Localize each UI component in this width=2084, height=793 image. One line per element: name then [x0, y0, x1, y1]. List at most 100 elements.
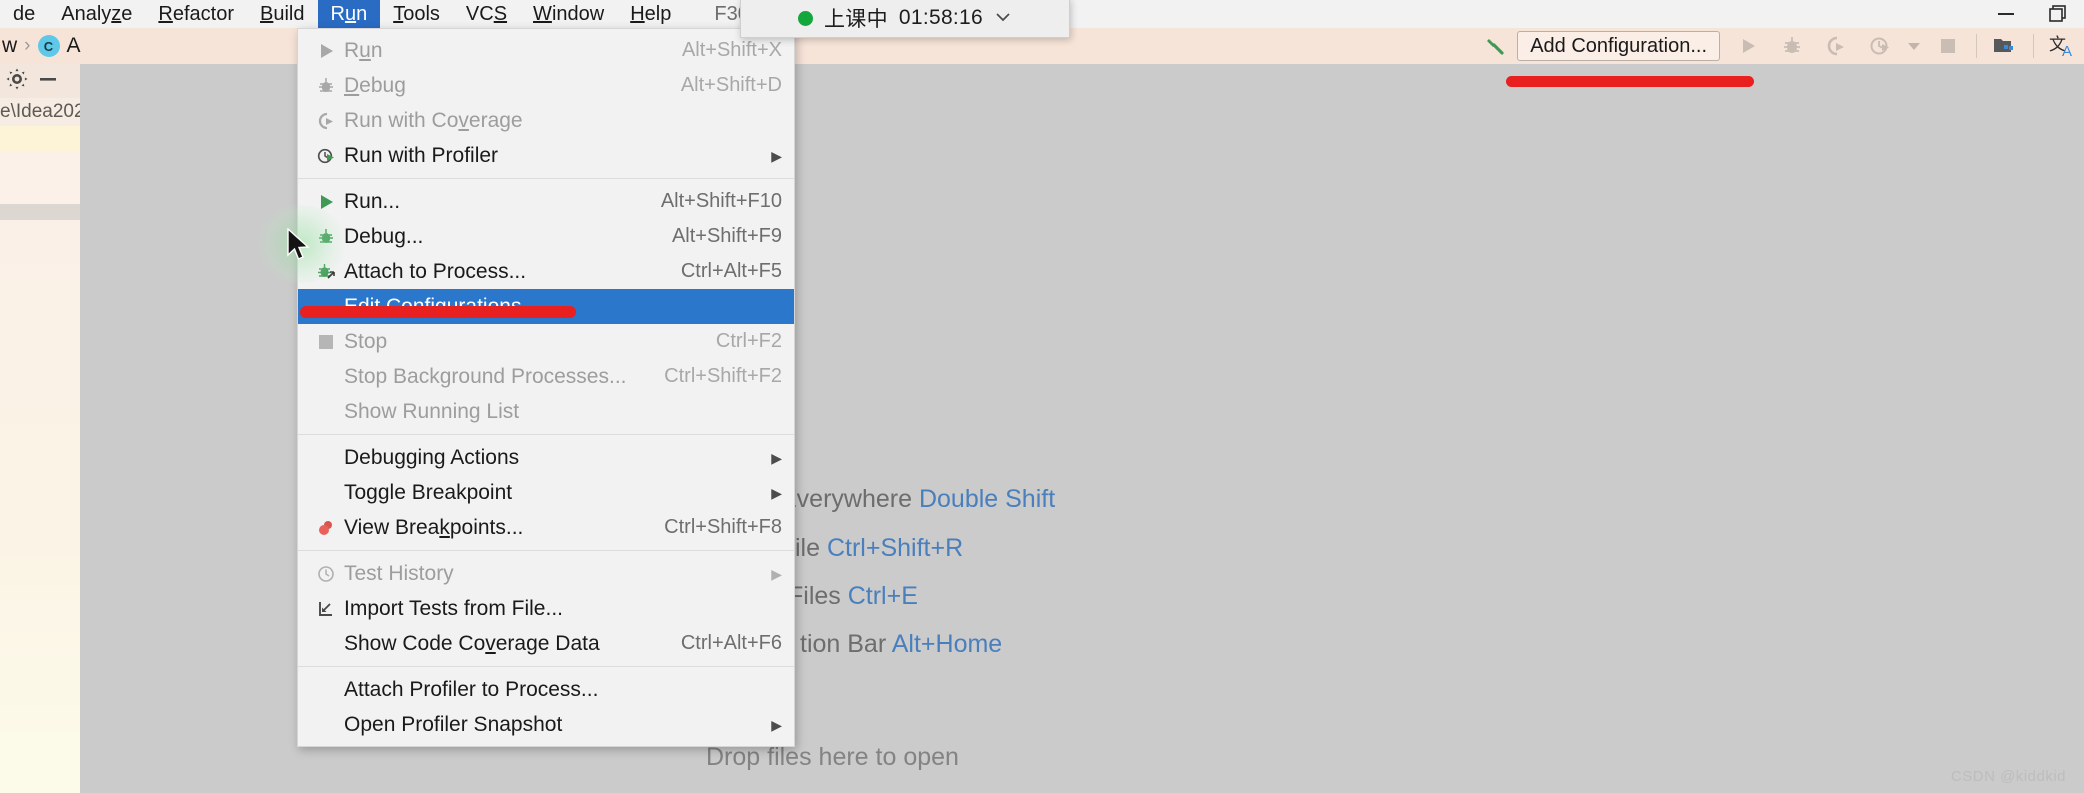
- menu-separator: [298, 550, 794, 551]
- menu-item-attach-profiler-to-process[interactable]: Attach Profiler to Process...: [298, 672, 794, 707]
- chevron-down-icon[interactable]: [994, 10, 1012, 27]
- chevron-right-icon: ▶: [771, 716, 782, 733]
- menu-item-run-with-coverage[interactable]: Run with Coverage: [298, 103, 794, 138]
- menu-run[interactable]: Run: [317, 0, 381, 28]
- left-panel-body: [0, 220, 80, 793]
- menu-item-shortcut: Ctrl+Shift+F2: [664, 365, 782, 387]
- menu-separator: [298, 666, 794, 667]
- menu-item-show-running-list[interactable]: Show Running List: [298, 394, 794, 429]
- menu-item-debug-dots[interactable]: Debug... Alt+Shift+F9: [298, 219, 794, 254]
- profiler-icon: [312, 144, 340, 168]
- menu-item-shortcut: Ctrl+F2: [715, 330, 782, 352]
- class-timer-overlay[interactable]: 上课中 01:58:16: [740, 0, 1070, 38]
- hint-key-0: Double Shift: [918, 485, 1056, 513]
- profiler-icon: [1858, 29, 1902, 63]
- menu-item-open-profiler-snapshot[interactable]: Open Profiler Snapshot ▶: [298, 707, 794, 742]
- chevron-right-icon: ▶: [771, 565, 782, 582]
- minus-icon[interactable]: [37, 69, 59, 94]
- hammer-icon[interactable]: [1473, 29, 1517, 63]
- menu-item-show-code-coverage-data[interactable]: Show Code Coverage Data Ctrl+Alt+F6: [298, 626, 794, 661]
- menu-help[interactable]: Help: [617, 0, 684, 28]
- menu-item-debug[interactable]: Debug Alt+Shift+D: [298, 68, 794, 103]
- debug-green-icon: [312, 225, 340, 249]
- profiler-dropdown-icon: [1902, 29, 1926, 63]
- menu-item-label: Run...: [344, 189, 401, 213]
- menu-item-stop-background-processes[interactable]: Stop Background Processes... Ctrl+Shift+…: [298, 359, 794, 394]
- attach-process-icon: [312, 260, 340, 284]
- timer-elapsed-time: 01:58:16: [898, 6, 984, 29]
- add-configuration-label: Add Configuration...: [1530, 34, 1707, 57]
- menu-item-label: Open Profiler Snapshot: [344, 712, 563, 736]
- menu-item-label: Debug: [344, 73, 406, 97]
- timer-status-text: 上课中: [823, 8, 888, 31]
- debug-icon: [1770, 29, 1814, 63]
- status-dot-icon: [797, 10, 813, 26]
- minimize-icon[interactable]: [1980, 0, 2032, 28]
- gear-icon[interactable]: [5, 67, 29, 96]
- menu-item-label: Toggle Breakpoint: [344, 480, 513, 504]
- menu-item-label: Run: [344, 38, 383, 62]
- menu-analyze[interactable]: Analyze: [48, 0, 145, 28]
- left-panel-row-highlight: [0, 126, 80, 152]
- menu-vcs[interactable]: VCS: [453, 0, 520, 28]
- breakpoint-icon: [312, 516, 340, 540]
- edit-configurations-underline: [300, 306, 576, 318]
- hint-label-0: Everywhere: [780, 485, 919, 513]
- left-panel-row: [0, 152, 80, 204]
- run-icon: [1726, 29, 1770, 63]
- menu-item-shortcut: Alt+Shift+F9: [671, 225, 782, 247]
- window-controls: [1980, 0, 2084, 28]
- debug-icon: [312, 74, 340, 98]
- menu-item-shortcut: Alt+Shift+F10: [660, 190, 782, 212]
- hint-key-1: Ctrl+Shift+R: [826, 534, 964, 562]
- menu-item-view-breakpoints[interactable]: View Breakpoints... Ctrl+Shift+F8: [298, 510, 794, 545]
- hint-label-2: Files: [788, 582, 848, 610]
- run-with-coverage-icon: [1814, 29, 1858, 63]
- menu-item-run-with-profiler[interactable]: Run with Profiler ▶: [298, 138, 794, 173]
- hint-key-3: Alt+Home: [891, 630, 1003, 658]
- menu-item-label: Attach Profiler to Process...: [344, 677, 599, 701]
- toolbar-divider-1: [1976, 34, 1977, 58]
- chevron-right-icon: ▶: [771, 484, 782, 501]
- menu-item-debugging-actions[interactable]: Debugging Actions ▶: [298, 440, 794, 475]
- app-window: de Analyze Refactor Build Run Tools VCS …: [0, 0, 2084, 793]
- add-configuration-button[interactable]: Add Configuration...: [1517, 31, 1720, 61]
- menu-item-no-icon: [312, 446, 340, 470]
- menu-item-no-icon: [312, 365, 340, 389]
- menu-item-label: Attach to Process...: [344, 259, 527, 283]
- menu-item-label: Run with Coverage: [344, 108, 523, 132]
- menu-tools[interactable]: Tools: [380, 0, 453, 28]
- run-icon: [312, 39, 340, 63]
- menu-item-shortcut: Ctrl+Alt+F6: [680, 632, 782, 654]
- class-badge-icon: C: [37, 35, 60, 57]
- menu-item-shortcut: Ctrl+Alt+F5: [680, 260, 782, 282]
- menu-item-import-tests-from-file[interactable]: Import Tests from File...: [298, 591, 794, 626]
- menu-refactor[interactable]: Refactor: [145, 0, 247, 28]
- menu-item-run[interactable]: Run Alt+Shift+X: [298, 33, 794, 68]
- menu-item-toggle-breakpoint[interactable]: Toggle Breakpoint ▶: [298, 475, 794, 510]
- menu-build[interactable]: Build: [247, 0, 317, 28]
- menu-item-no-icon: [312, 481, 340, 505]
- menu-item-no-icon: [312, 713, 340, 737]
- menu-item-shortcut: Alt+Shift+X: [681, 39, 782, 61]
- menu-item-attach-to-process[interactable]: Attach to Process... Ctrl+Alt+F5: [298, 254, 794, 289]
- project-structure-icon[interactable]: [1983, 29, 2027, 63]
- menu-item-label: Show Code Coverage Data: [344, 631, 600, 655]
- menu-item-test-history[interactable]: Test History ▶: [298, 556, 794, 591]
- menu-item-stop[interactable]: Stop Ctrl+F2: [298, 324, 794, 359]
- chevron-right-icon: ▶: [771, 147, 782, 164]
- hint-label-1: ile: [795, 534, 827, 562]
- menu-code[interactable]: de: [0, 0, 48, 28]
- menu-item-shortcut: Alt+Shift+D: [680, 74, 782, 96]
- menu-window[interactable]: Window: [520, 0, 617, 28]
- hint-search-everywhere: Everywhere Double Shift: [780, 485, 1055, 514]
- menu-item-run-dots[interactable]: Run... Alt+Shift+F10: [298, 184, 794, 219]
- menu-item-label: Run with Profiler: [344, 143, 499, 167]
- restore-icon[interactable]: [2032, 0, 2084, 28]
- watermark: CSDN @kiddkid: [1950, 768, 2066, 785]
- toolbar-divider-2: [2033, 34, 2034, 58]
- menu-separator: [298, 178, 794, 179]
- hint-recent-files: ile Ctrl+Shift+R: [795, 534, 963, 563]
- breadcrumb-class-name: A: [66, 34, 81, 57]
- translate-icon[interactable]: 文 A: [2040, 29, 2084, 63]
